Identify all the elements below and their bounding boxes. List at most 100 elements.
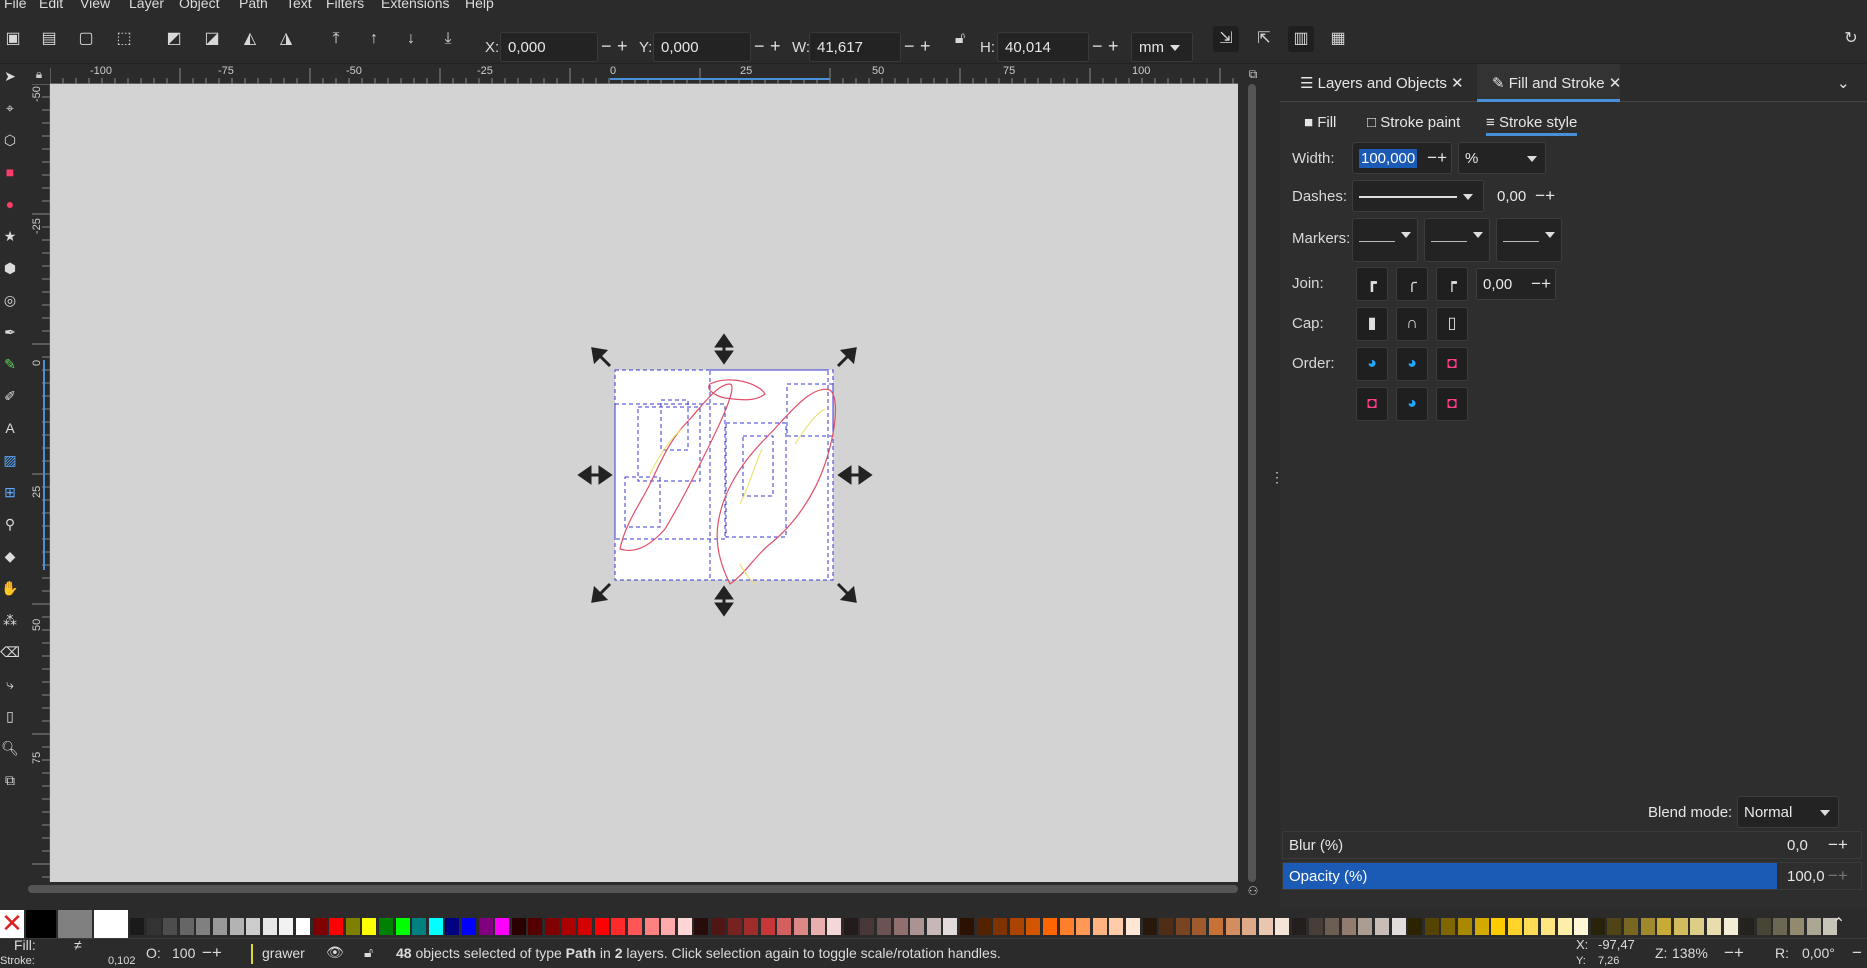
palette-swatch[interactable] (926, 918, 941, 935)
measure-tool-icon[interactable]: ⧉ (0, 770, 20, 790)
rotate-ccw-icon[interactable]: ◩ (161, 26, 187, 52)
menu-help[interactable]: Help (465, 0, 494, 11)
order-stroke-fill-markers-icon[interactable]: ◕ (1396, 347, 1428, 381)
palette-swatch[interactable] (213, 918, 227, 935)
width-stepper[interactable]: −+ (1427, 148, 1447, 168)
selector-tool-icon[interactable]: ➤ (0, 66, 20, 86)
palette-swatch[interactable] (478, 918, 493, 935)
palette-swatch[interactable] (1076, 918, 1091, 935)
palette-swatch[interactable] (395, 918, 410, 935)
palette-swatch[interactable] (1607, 918, 1622, 935)
palette-swatch[interactable] (1458, 918, 1472, 935)
node-tool-icon[interactable]: ⌖ (0, 98, 20, 118)
zoom-tool-icon[interactable]: 🔍︎ (0, 738, 20, 758)
palette-swatch[interactable] (893, 918, 908, 935)
palette-swatch[interactable] (1491, 918, 1506, 935)
dash-offset-stepper[interactable]: −+ (1535, 186, 1555, 206)
palette-swatch[interactable] (561, 918, 576, 935)
palette-swatch[interactable] (246, 918, 261, 935)
palette-swatch[interactable] (1126, 918, 1140, 935)
palette-swatch[interactable] (196, 918, 211, 935)
palette-swatch[interactable] (279, 918, 294, 935)
palette-swatch[interactable] (1059, 918, 1074, 935)
palette-swatch[interactable] (163, 918, 178, 935)
box3d-tool-icon[interactable]: ⬢ (0, 258, 20, 278)
spiral-tool-icon[interactable]: ◎ (0, 290, 20, 310)
start-marker-select[interactable] (1352, 218, 1418, 262)
select-all-icon[interactable]: ▣ (0, 26, 26, 52)
panel-splitter[interactable]: ⋮ (1270, 64, 1284, 910)
opacity-stepper[interactable]: −+ (202, 943, 222, 963)
connector-tool-icon[interactable]: ⤷ (0, 674, 20, 694)
miter-limit-field[interactable]: 0,00 −+ (1476, 268, 1556, 300)
width-field[interactable]: 100,000 −+ (1352, 142, 1452, 174)
palette-swatch[interactable] (362, 918, 377, 935)
palette-swatch[interactable] (1175, 918, 1190, 935)
palette-swatch[interactable] (1159, 918, 1174, 935)
palette-swatch[interactable] (528, 918, 543, 935)
blur-stepper[interactable]: −+ (1828, 835, 1848, 855)
pen-tool-icon[interactable]: ✒ (0, 322, 20, 342)
rectangle-tool-icon[interactable]: ■ (0, 162, 20, 182)
palette-swatch[interactable] (1109, 918, 1124, 935)
vertical-ruler[interactable]: -50 -25 0 25 50 75 (28, 84, 50, 882)
palette-swatch[interactable] (1408, 918, 1423, 935)
palette-swatch[interactable] (1806, 918, 1821, 935)
palette-swatch[interactable] (146, 918, 161, 935)
pencil-tool-icon[interactable]: ✎ (0, 354, 20, 374)
palette-swatch[interactable] (1441, 918, 1456, 935)
palette-swatch[interactable] (1524, 918, 1539, 935)
text-tool-icon[interactable]: A (0, 418, 20, 438)
palette-swatch[interactable] (1043, 918, 1057, 935)
flip-horizontal-icon[interactable]: ◭ (237, 26, 263, 52)
tab-layers-objects[interactable]: ☰ Layers and Objects ✕ (1300, 74, 1464, 92)
select-all-layers-icon[interactable]: ▤ (36, 26, 62, 52)
join-bevel-icon[interactable]: ┍ (1436, 267, 1468, 301)
palette-swatch[interactable] (1507, 918, 1522, 935)
palette-swatch[interactable] (1541, 918, 1555, 935)
lock-ratio-icon[interactable]: 🔓︎ (947, 26, 973, 52)
order-fill-markers-stroke-icon[interactable]: ◘ (1436, 347, 1468, 381)
palette-swatch[interactable] (379, 918, 393, 935)
y-minus-button[interactable]: − (754, 36, 765, 57)
order-fill-stroke-markers-icon[interactable]: ◕ (1356, 347, 1388, 381)
palette-swatch[interactable] (1026, 918, 1041, 935)
palette-swatch[interactable] (495, 918, 510, 935)
palette-swatch[interactable] (960, 918, 974, 935)
palette-swatch[interactable] (1092, 918, 1107, 935)
palette-swatch[interactable] (677, 918, 692, 935)
cap-butt-icon[interactable]: ▮ (1356, 307, 1388, 341)
deselect-icon[interactable]: ▢ (73, 26, 99, 52)
palette-swatch[interactable] (1424, 918, 1439, 935)
palette-swatch[interactable] (910, 918, 925, 935)
close-icon[interactable]: ✕ (1609, 75, 1622, 92)
cap-square-icon[interactable]: ▯ (1436, 307, 1468, 341)
h-minus-button[interactable]: − (1092, 36, 1103, 57)
move-gradients-icon[interactable]: ▥ (1288, 26, 1314, 52)
palette-swatch[interactable] (644, 918, 659, 935)
y-plus-button[interactable]: + (770, 36, 781, 57)
fill-indicator-value[interactable]: ≠ (74, 937, 82, 953)
horizontal-ruler[interactable]: -100 -75 -50 -25 0 25 50 75 100 (50, 64, 1238, 84)
palette-swatch[interactable] (744, 918, 759, 935)
palette-swatch[interactable] (628, 918, 642, 935)
palette-swatch[interactable] (511, 918, 526, 935)
swatch-black[interactable] (26, 910, 56, 938)
palette-swatch[interactable] (1723, 918, 1738, 935)
palette-swatch[interactable] (296, 918, 310, 935)
palette-swatch[interactable] (794, 918, 808, 935)
horizontal-scrollbar[interactable] (28, 885, 1238, 893)
palette-swatch[interactable] (179, 918, 194, 935)
end-marker-select[interactable] (1496, 218, 1562, 262)
palette-swatch[interactable] (1740, 918, 1755, 935)
palette-swatch[interactable] (345, 918, 360, 935)
blend-mode-select[interactable]: Normal (1737, 796, 1839, 828)
rotation-value[interactable]: 0,00° (1802, 945, 1835, 961)
w-minus-button[interactable]: − (904, 36, 915, 57)
palette-swatch[interactable] (1209, 918, 1223, 935)
palette-swatch[interactable] (1192, 918, 1207, 935)
commands-icon[interactable]: ↻ (1838, 26, 1864, 52)
palette-swatch[interactable] (1341, 918, 1356, 935)
mid-marker-select[interactable] (1424, 218, 1490, 262)
palette-swatch[interactable] (827, 918, 842, 935)
